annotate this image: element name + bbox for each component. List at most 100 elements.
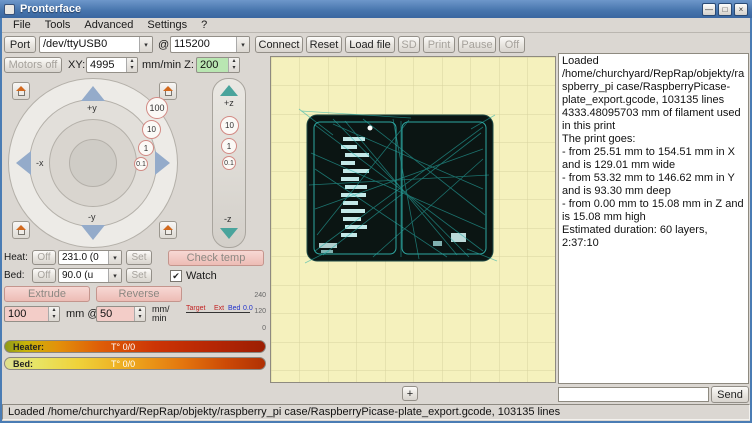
extrude-speed-value: 50: [97, 307, 134, 321]
connect-button[interactable]: Connect: [255, 36, 303, 53]
menu-help[interactable]: ?: [194, 18, 214, 33]
bed-gauge: Bed: T° 0/0: [4, 357, 266, 370]
menu-bar: File Tools Advanced Settings ?: [2, 18, 750, 33]
jog-x-plus-arrow-icon[interactable]: [155, 151, 170, 175]
heater-gauge: Heater: T° 0/0: [4, 340, 266, 353]
reverse-button[interactable]: Reverse: [96, 286, 182, 302]
xy-step-10-badge[interactable]: 10: [142, 120, 161, 139]
extrude-length-value: 100: [5, 307, 48, 321]
port-combo[interactable]: /dev/ttyUSB0 ▾: [39, 36, 153, 53]
port-combo-value: /dev/ttyUSB0: [40, 37, 139, 52]
console-log[interactable]: Loaded /home/churchyard/RepRap/objekty/r…: [558, 53, 749, 384]
jog-z-minus-arrow-icon[interactable]: [220, 228, 238, 239]
heat-temp-combo[interactable]: 231.0 (0 ▾: [58, 250, 122, 265]
gcode-canvas[interactable]: [271, 57, 555, 382]
window-controls: — □ ×: [702, 3, 748, 16]
z-feed-label: mm/min Z:: [142, 59, 194, 71]
z-feed-spinner[interactable]: 200 ▴▾: [196, 57, 240, 73]
spinner-arrows-icon[interactable]: ▴▾: [126, 58, 137, 72]
home-x-button[interactable]: [12, 82, 30, 100]
baud-combo[interactable]: 115200 ▾: [170, 36, 250, 53]
home-z-button[interactable]: [159, 221, 177, 239]
xy-feed-value: 4995: [87, 58, 126, 72]
watch-label: Watch: [186, 270, 217, 282]
pronterface-window: Pronterface — □ × File Tools Advanced Se…: [0, 0, 752, 423]
menu-advanced[interactable]: Advanced: [77, 18, 140, 33]
xy-step-01-badge[interactable]: 0.1: [134, 157, 148, 171]
print-preview: [299, 109, 497, 263]
app-icon: [4, 4, 15, 15]
menu-tools[interactable]: Tools: [38, 18, 78, 33]
jog-z-plus-arrow-icon[interactable]: [220, 85, 238, 96]
at-label: @: [158, 39, 169, 51]
chevron-down-icon[interactable]: ▾: [139, 37, 152, 52]
spinner-arrows-icon[interactable]: ▴▾: [228, 58, 239, 72]
jog-x-minus-label: -x: [36, 158, 44, 168]
heat-set-button[interactable]: Set: [126, 250, 152, 265]
bed-label: Bed:: [4, 270, 25, 281]
heater-gauge-value: T° 0/0: [111, 342, 135, 352]
close-icon[interactable]: ×: [734, 3, 748, 16]
menu-file[interactable]: File: [6, 18, 38, 33]
zoom-in-button[interactable]: +: [402, 386, 418, 401]
minimize-icon[interactable]: —: [702, 3, 716, 16]
extrude-length-spinner[interactable]: 100 ▴▾: [4, 306, 60, 322]
load-file-button[interactable]: Load file: [345, 36, 395, 53]
xy-feed-spinner[interactable]: 4995 ▴▾: [86, 57, 138, 73]
home-all-button[interactable]: [12, 221, 30, 239]
send-button[interactable]: Send: [711, 386, 749, 403]
motors-off-button[interactable]: Motors off: [4, 57, 62, 73]
check-temp-button[interactable]: Check temp: [168, 250, 264, 266]
title-bar[interactable]: Pronterface — □ ×: [0, 0, 752, 18]
graph-legend-ext: Ext: [214, 305, 224, 312]
jog-pad-center[interactable]: [69, 139, 117, 187]
chevron-down-icon[interactable]: ▾: [108, 251, 121, 264]
reset-button[interactable]: Reset: [306, 36, 342, 53]
extrude-speed-spinner[interactable]: 50 ▴▾: [96, 306, 146, 322]
temperature-graph: 240 120 0 Target Ext Bed 0.0: [186, 292, 266, 334]
sd-button[interactable]: SD: [398, 36, 420, 53]
jog-y-plus-arrow-icon[interactable]: [81, 86, 105, 101]
port-button[interactable]: Port: [4, 36, 36, 53]
maximize-icon[interactable]: □: [718, 3, 732, 16]
z-step-01-badge[interactable]: 0.1: [222, 156, 236, 170]
graph-axis-0: 0: [262, 325, 266, 332]
extrude-unit-label-2: min: [152, 313, 167, 323]
heat-off-button[interactable]: Off: [32, 250, 56, 265]
jog-y-minus-label: -y: [88, 212, 96, 222]
bed-temp-combo[interactable]: 90.0 (u ▾: [58, 268, 122, 283]
window-frame-left: [0, 0, 2, 423]
spinner-arrows-icon[interactable]: ▴▾: [134, 307, 145, 321]
xy-step-1-badge[interactable]: 1: [138, 140, 154, 156]
command-input[interactable]: [558, 387, 709, 402]
jog-y-minus-arrow-icon[interactable]: [81, 225, 105, 240]
z-step-1-badge[interactable]: 1: [221, 138, 237, 154]
bed-off-button[interactable]: Off: [32, 268, 56, 283]
bed-gauge-value: T° 0/0: [111, 359, 135, 369]
z-step-10-badge[interactable]: 10: [220, 116, 239, 135]
status-text: Loaded /home/churchyard/RepRap/objekty/r…: [2, 404, 750, 420]
chevron-down-icon[interactable]: ▾: [108, 269, 121, 282]
mm-at-label: mm @: [66, 308, 99, 320]
status-bar: Loaded /home/churchyard/RepRap/objekty/r…: [0, 403, 752, 421]
jog-x-minus-arrow-icon[interactable]: [16, 151, 31, 175]
graph-legend-value: 0.0: [243, 305, 253, 312]
bed-set-button[interactable]: Set: [126, 268, 152, 283]
heater-gauge-label: Heater:: [13, 342, 44, 352]
jog-z-minus-label: -z: [224, 214, 232, 224]
window-title: Pronterface: [20, 3, 81, 15]
xy-step-100-badge[interactable]: 100: [146, 97, 168, 119]
extrude-button[interactable]: Extrude: [4, 286, 90, 302]
chevron-down-icon[interactable]: ▾: [236, 37, 249, 52]
gcode-viewer[interactable]: [270, 56, 556, 383]
jog-z-plus-label: +z: [224, 98, 234, 108]
spinner-arrows-icon[interactable]: ▴▾: [48, 307, 59, 321]
menu-settings[interactable]: Settings: [140, 18, 194, 33]
graph-legend-target: Target: [186, 305, 205, 312]
print-button[interactable]: Print: [423, 36, 455, 53]
off-button[interactable]: Off: [499, 36, 525, 53]
graph-baseline: [186, 312, 250, 313]
pause-button[interactable]: Pause: [458, 36, 496, 53]
watch-checkbox[interactable]: ✔: [170, 270, 182, 282]
bed-temp-value: 90.0 (u: [59, 269, 108, 282]
